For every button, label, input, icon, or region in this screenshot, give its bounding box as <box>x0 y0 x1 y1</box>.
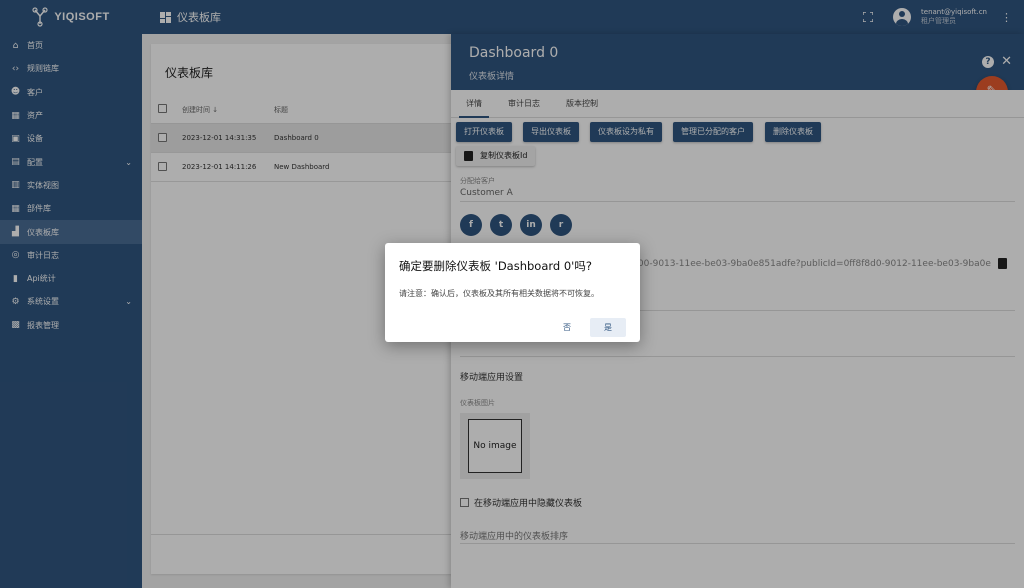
dialog-message: 请注意：确认后，仪表板及其所有相关数据将不可恢复。 <box>399 289 599 298</box>
cancel-button[interactable]: 否 <box>550 318 584 337</box>
dialog-title: 确定要删除仪表板 'Dashboard 0'吗? <box>399 259 592 273</box>
confirm-button[interactable]: 是 <box>590 318 626 337</box>
confirm-delete-dialog: 确定要删除仪表板 'Dashboard 0'吗? 请注意：确认后，仪表板及其所有… <box>385 243 640 342</box>
